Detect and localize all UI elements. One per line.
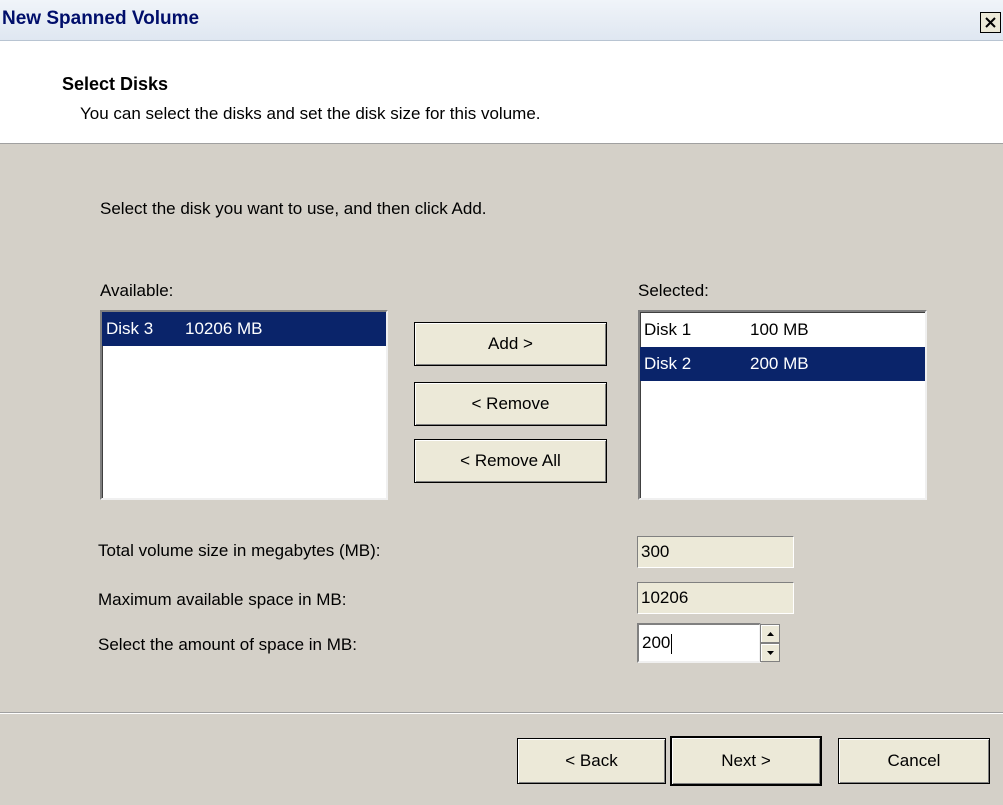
selected-listbox[interactable]: Disk 1 100 MB Disk 2 200 MB <box>638 310 927 500</box>
arrow-up-icon <box>766 631 774 636</box>
total-size-field: 300 <box>637 536 794 568</box>
next-button[interactable]: Next > <box>670 736 822 786</box>
selected-label: Selected: <box>638 281 709 300</box>
disk-name: Disk 3 <box>106 319 154 338</box>
max-space-label: Maximum available space in MB: <box>98 590 347 609</box>
amount-value: 200 <box>642 633 671 652</box>
page-subtitle: You can select the disks and set the dis… <box>80 104 541 123</box>
close-button[interactable] <box>980 12 1001 33</box>
list-item[interactable]: Disk 1 100 MB <box>640 313 925 347</box>
remove-button[interactable]: < Remove <box>414 382 607 426</box>
disk-size: 10206 MB <box>185 319 263 338</box>
window-title: New Spanned Volume <box>2 8 200 29</box>
spin-down-button[interactable] <box>760 643 780 662</box>
max-space-field: 10206 <box>637 582 794 614</box>
amount-spinner[interactable] <box>760 624 780 662</box>
disk-size: 100 MB <box>750 320 809 339</box>
back-button[interactable]: < Back <box>517 738 666 784</box>
cancel-button[interactable]: Cancel <box>838 738 990 784</box>
spin-up-button[interactable] <box>760 624 780 643</box>
wizard-header: Select Disks You can select the disks an… <box>0 41 1003 144</box>
amount-input[interactable]: 200 <box>637 623 761 663</box>
arrow-down-icon <box>766 650 774 655</box>
available-label: Available: <box>100 281 174 300</box>
text-caret <box>671 633 673 654</box>
total-size-label: Total volume size in megabytes (MB): <box>98 541 381 560</box>
list-item[interactable]: Disk 2 200 MB <box>640 347 925 381</box>
instruction-text: Select the disk you want to use, and the… <box>100 199 487 218</box>
add-button[interactable]: Add > <box>414 322 607 366</box>
page-title: Select Disks <box>62 74 169 94</box>
close-icon <box>985 17 996 28</box>
disk-size: 200 MB <box>750 354 809 373</box>
title-bar: New Spanned Volume <box>0 0 1003 41</box>
disk-name: Disk 2 <box>644 354 692 373</box>
list-item[interactable]: Disk 3 10206 MB <box>102 312 386 346</box>
remove-all-button[interactable]: < Remove All <box>414 439 607 483</box>
footer-divider <box>0 712 1003 714</box>
available-listbox[interactable]: Disk 3 10206 MB <box>100 310 388 500</box>
disk-name: Disk 1 <box>644 320 692 339</box>
amount-label: Select the amount of space in MB: <box>98 635 357 654</box>
